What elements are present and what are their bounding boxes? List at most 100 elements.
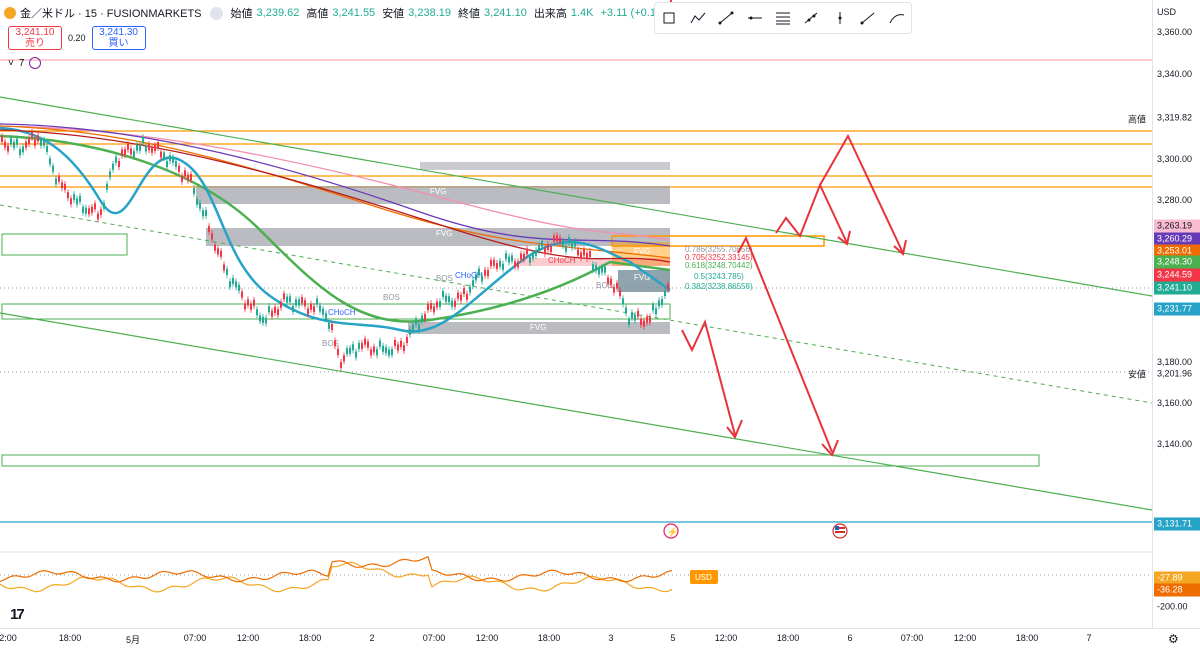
candle-body xyxy=(100,208,102,215)
candle-body xyxy=(478,268,480,275)
projection-arrow-2 xyxy=(737,235,833,453)
candle-body xyxy=(244,303,246,310)
curve-icon[interactable] xyxy=(887,8,907,28)
candle-body xyxy=(136,144,138,151)
candle-body xyxy=(349,347,351,354)
buy-price: 3,241.30 xyxy=(99,27,138,38)
candle-body xyxy=(508,256,510,263)
brush-icon[interactable] xyxy=(801,8,821,28)
tradingview-logo[interactable]: 17 xyxy=(10,606,25,623)
candle-body xyxy=(163,152,165,159)
osc-badge: -200.00 xyxy=(1154,600,1200,614)
candle-body xyxy=(571,241,573,248)
low-value: 3,238.19 xyxy=(408,7,452,19)
candle-body xyxy=(634,314,636,321)
candle-body xyxy=(274,306,276,313)
time-tick: 5 xyxy=(670,633,676,643)
candle-body xyxy=(262,316,264,323)
sell-button[interactable]: 3,241.10 売り xyxy=(8,26,62,50)
candle-body xyxy=(385,347,387,354)
candle-body xyxy=(649,316,651,323)
fib-labels: 0.786(3255.70656)0.705(3252.33145)0.618(… xyxy=(685,245,753,291)
indicator-settings-icon[interactable] xyxy=(29,57,42,69)
candle-body xyxy=(316,298,318,305)
time-tick: 07:00 xyxy=(183,633,207,643)
candle-body xyxy=(646,316,648,323)
candle-body xyxy=(88,208,90,215)
candle-body xyxy=(97,213,99,220)
candle-body xyxy=(358,343,360,350)
indicator-row: ˅ 7 xyxy=(8,57,42,69)
time-axis[interactable]: 2:00 18:00 5月 07:00 12:00 18:00 2 07:00 12:00 18:… xyxy=(0,628,1200,649)
candle-body xyxy=(103,202,105,209)
gear-icon[interactable]: ⚙ xyxy=(1168,632,1179,646)
currency-label[interactable]: USD xyxy=(1157,7,1176,17)
vertical-line-icon[interactable] xyxy=(830,8,850,28)
time-tick: 3 xyxy=(608,633,614,643)
path-icon[interactable] xyxy=(688,8,708,28)
fib-retracement-icon[interactable] xyxy=(773,8,793,28)
buy-button[interactable]: 3,241.30 買い xyxy=(91,26,146,50)
candle-body xyxy=(541,240,543,247)
candle-body xyxy=(433,306,435,313)
candle-body xyxy=(505,253,507,260)
candle-body xyxy=(229,281,231,288)
candle-body xyxy=(556,235,558,242)
candle-body xyxy=(397,344,399,351)
ray-icon[interactable] xyxy=(858,8,878,28)
indicator-count[interactable]: 7 xyxy=(19,58,25,69)
ma-pink xyxy=(0,125,671,241)
price-badge: 3,319.82 xyxy=(1154,111,1200,125)
chart-canvas[interactable]: FVG FVG FVG FVG FVG BOS BOS BOS BOS CHoC… xyxy=(0,0,1152,628)
us-flag-canton xyxy=(835,526,839,530)
candle-body xyxy=(496,262,498,269)
candle-body xyxy=(49,158,51,165)
chart-area[interactable]: FVG FVG FVG FVG FVG BOS BOS BOS BOS CHoC… xyxy=(0,0,1152,628)
channel-lower-line xyxy=(0,312,1152,511)
horizontal-line-icon[interactable] xyxy=(745,8,765,28)
time-tick: 2:00 xyxy=(0,633,17,643)
candle-body xyxy=(187,174,189,181)
candle-body xyxy=(394,339,396,346)
close-label: 終値 xyxy=(458,8,481,20)
symbol-title[interactable]: 金／米ドル · 15 · FUSIONMARKETS xyxy=(20,5,202,21)
candle-body xyxy=(346,348,348,355)
candle-body xyxy=(28,138,30,145)
rectangle-icon[interactable] xyxy=(659,8,679,28)
chart-header: 金／米ドル · 15 · FUSIONMARKETS 始値 3,239.62 高値… xyxy=(4,4,676,22)
candle-body xyxy=(64,183,66,190)
price-tick: 3,340.00 xyxy=(1157,69,1193,79)
candle-body xyxy=(430,303,432,310)
candle-body xyxy=(280,301,282,308)
candle-body xyxy=(277,309,279,316)
candle-body xyxy=(319,305,321,312)
time-tick: 6 xyxy=(847,633,853,643)
candle-body xyxy=(268,306,270,313)
candle-body xyxy=(265,317,267,324)
candle-body xyxy=(70,198,72,205)
trade-panel: 3,241.10 売り 0.20 3,241.30 買い xyxy=(8,26,146,50)
candle-body xyxy=(283,293,285,300)
trend-line-icon[interactable] xyxy=(716,8,736,28)
candle-body xyxy=(178,165,180,172)
price-tick: 3,180.00 xyxy=(1157,357,1193,367)
candle-body xyxy=(169,155,171,162)
candle-body xyxy=(415,318,417,325)
price-axis[interactable]: USD 3,360.003,340.003,300.003,280.003,22… xyxy=(1152,0,1200,628)
candle-body xyxy=(313,306,315,313)
candle-body xyxy=(148,144,150,151)
spread-value: 0.20 xyxy=(68,33,86,43)
candle-body xyxy=(535,250,537,257)
candle-body xyxy=(205,210,207,217)
candle-body xyxy=(226,268,228,275)
market-status-icon xyxy=(209,6,223,20)
candle-body xyxy=(409,328,411,335)
candle-body xyxy=(607,277,609,284)
candle-body xyxy=(388,349,390,356)
price-tick: 3,300.00 xyxy=(1157,154,1193,164)
choch-label-1: CHoCH xyxy=(328,308,356,317)
candle-body xyxy=(301,297,303,304)
candle-body xyxy=(157,141,159,148)
indicator-toggle-chevron-icon[interactable]: ˅ xyxy=(8,58,14,69)
volume-label: 出来高 xyxy=(533,8,567,20)
